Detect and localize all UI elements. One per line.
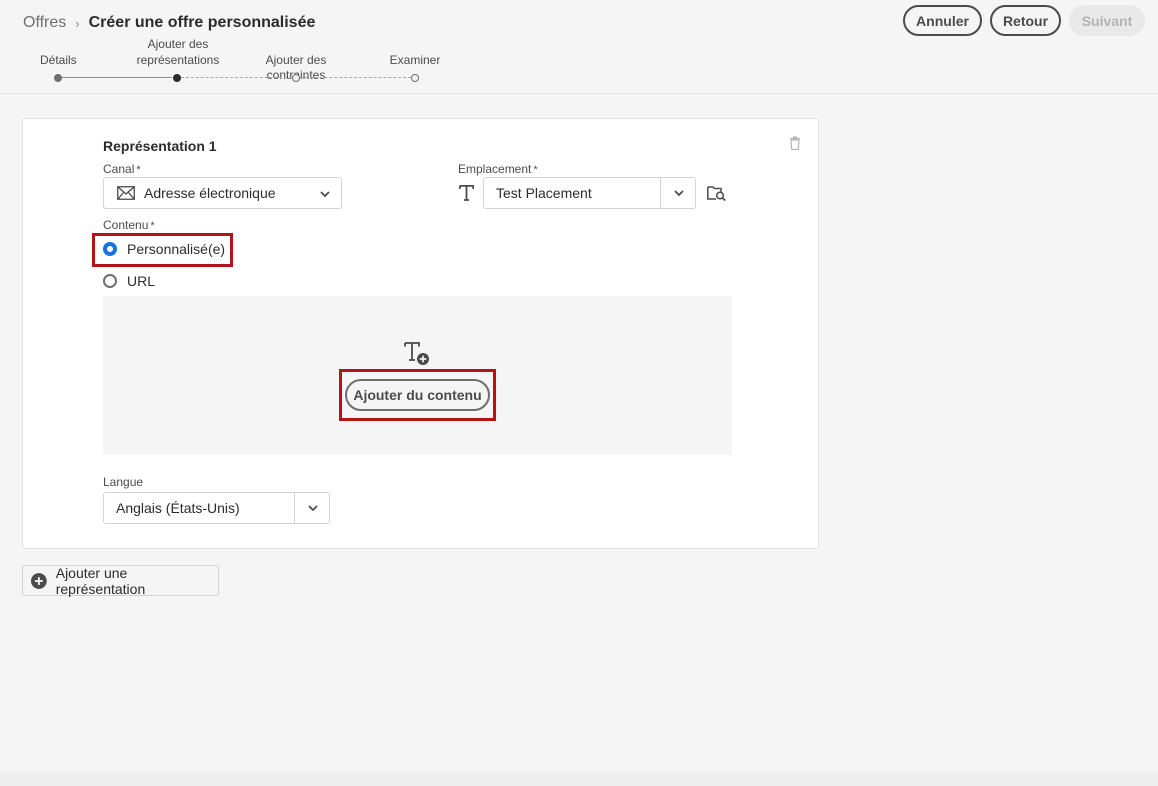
plus-circle-icon [31, 572, 47, 589]
page-title: Créer une offre personnalisée [88, 14, 316, 31]
required-mark: * [150, 220, 155, 232]
breadcrumb: Offres › Créer une offre personnalisée [23, 14, 315, 32]
next-button[interactable]: Suivant [1069, 5, 1145, 36]
step-dot-details [54, 74, 62, 82]
language-value: Anglais (États-Unis) [116, 500, 240, 516]
step-dot-representations [173, 74, 181, 82]
step-connector-done [62, 77, 172, 78]
chevron-down-icon [674, 190, 684, 197]
add-representation-label: Ajouter une représentation [55, 564, 146, 597]
language-dropdown-toggle[interactable] [294, 492, 330, 524]
step-label-representations-line2: représentations [136, 53, 220, 67]
step-label-review: Examiner [389, 53, 441, 67]
required-mark: * [136, 164, 141, 176]
page-header: Offres › Créer une offre personnalisée A… [0, 0, 1158, 94]
representation-title: Représentation 1 [103, 138, 217, 154]
step-dot-review [411, 74, 419, 82]
cancel-button[interactable]: Annuler [903, 5, 982, 36]
folder-search-icon[interactable] [707, 185, 726, 201]
text-icon [459, 185, 474, 201]
step-label-details: Détails [40, 53, 77, 67]
highlight-box-add-content [339, 369, 496, 421]
channel-label: Canal * [103, 162, 141, 176]
channel-value: Adresse électronique [144, 185, 276, 201]
channel-label-text: Canal [103, 162, 135, 176]
chevron-right-icon: › [75, 15, 80, 31]
back-button[interactable]: Retour [990, 5, 1061, 36]
step-label-representations-line1: Ajouter des [147, 37, 209, 51]
step-indicator: Détails Ajouter des représentations Ajou… [0, 36, 500, 86]
chevron-down-icon [308, 505, 318, 512]
step-dot-constraints [292, 74, 300, 82]
radio-url-label: URL [127, 273, 156, 289]
language-label: Langue [103, 475, 144, 489]
highlight-box-personalized [92, 233, 233, 267]
placement-label: Emplacement * [458, 162, 538, 176]
text-add-icon [404, 342, 429, 365]
placement-select[interactable]: Test Placement [483, 177, 696, 209]
language-select[interactable]: Anglais (États-Unis) [103, 492, 330, 524]
chevron-down-icon [320, 191, 330, 198]
breadcrumb-offers-link[interactable]: Offres [23, 14, 66, 32]
envelope-icon [117, 186, 135, 200]
content-label: Contenu * [103, 218, 155, 232]
trash-icon[interactable] [789, 136, 801, 150]
step-connector-todo [181, 77, 292, 78]
placement-label-text: Emplacement [458, 162, 532, 176]
bottom-edge [0, 772, 1158, 786]
placement-dropdown-toggle[interactable] [660, 177, 696, 209]
placement-value: Test Placement [496, 185, 592, 201]
add-representation-button[interactable]: Ajouter une représentation [22, 564, 219, 597]
representation-card: Représentation 1 Canal * Adresse électron… [22, 118, 819, 549]
required-mark: * [533, 164, 538, 176]
content-drop-area: Ajouter du contenu [103, 296, 732, 455]
content-label-text: Contenu [103, 218, 149, 232]
channel-select[interactable]: Adresse électronique [103, 177, 342, 209]
radio-button-unselected[interactable] [103, 274, 117, 288]
step-connector-todo [300, 77, 411, 78]
radio-url[interactable]: URL [103, 273, 155, 289]
